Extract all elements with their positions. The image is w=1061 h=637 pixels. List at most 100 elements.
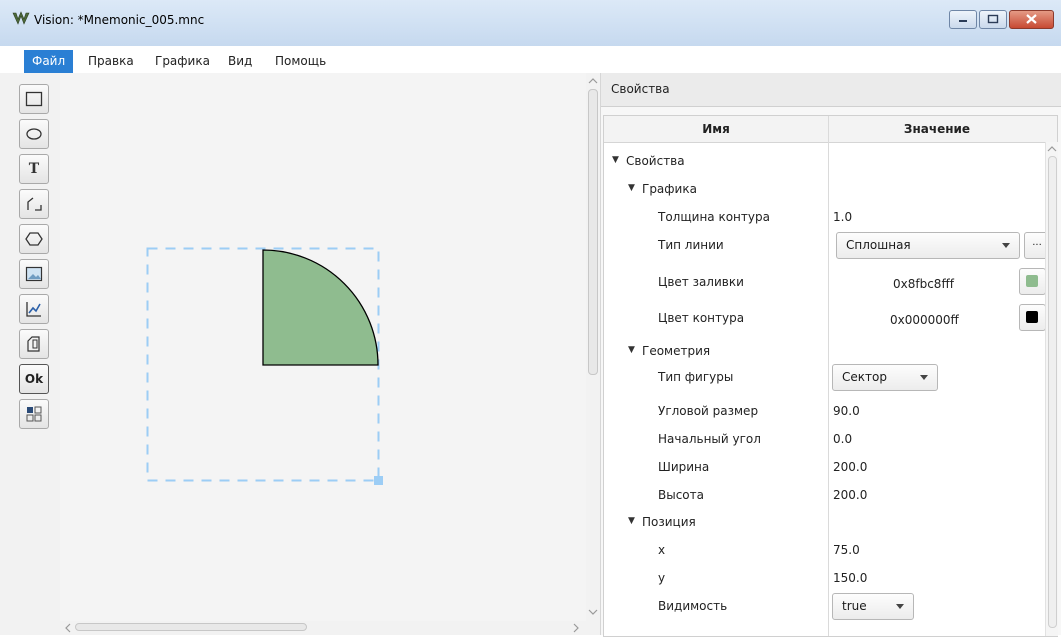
stroke-color-value: 0x000000ff: [890, 313, 959, 327]
minimize-icon: [959, 20, 967, 22]
property-value[interactable]: 150.0: [833, 571, 867, 585]
property-row-angle-size[interactable]: Угловой размер 90.0: [604, 398, 1044, 426]
expand-arrow-icon[interactable]: ▼: [628, 345, 635, 355]
image-icon: [25, 266, 43, 282]
property-name: x: [658, 543, 666, 557]
property-name: y: [658, 571, 666, 585]
menu-file[interactable]: Файл: [24, 50, 74, 73]
property-row-start-angle[interactable]: Начальный угол 0.0: [604, 426, 1044, 454]
property-value[interactable]: 90.0: [833, 404, 860, 418]
fill-color-button[interactable]: [1019, 268, 1046, 295]
stroke-color-button[interactable]: [1019, 304, 1046, 331]
property-row-x[interactable]: x 75.0: [604, 537, 1044, 565]
rectangle-icon: [25, 91, 43, 107]
close-button[interactable]: [1009, 10, 1054, 29]
canvas-horizontal-scrollbar[interactable]: [60, 621, 587, 633]
menu-bar: Файл Правка Графика Вид Помощь: [0, 50, 1061, 73]
properties-scroll-thumb[interactable]: [1048, 156, 1057, 628]
tree-row-geometry[interactable]: ▼ Геометрия: [604, 338, 1044, 366]
property-name: Угловой размер: [658, 404, 759, 418]
ellipse-icon: [26, 128, 42, 140]
grid-tool-button[interactable]: [19, 399, 49, 429]
polyline-tool-button[interactable]: [19, 189, 49, 219]
minimize-button[interactable]: [949, 10, 977, 29]
row-label: Свойства: [626, 154, 685, 168]
tree-row-properties[interactable]: ▼ Свойства: [604, 148, 1044, 176]
chart-icon: [26, 302, 41, 317]
polygon-icon: [25, 232, 43, 246]
tree-row-graphics[interactable]: ▼ Графика: [604, 176, 1044, 204]
property-row-shape-type[interactable]: Тип фигуры Сектор: [604, 364, 1044, 398]
close-icon: [1026, 14, 1037, 24]
column-header-value[interactable]: Значение: [829, 116, 1045, 142]
property-row-width[interactable]: Ширина 200.0: [604, 454, 1044, 482]
device-tool-button[interactable]: [19, 329, 49, 359]
property-row-y[interactable]: y 150.0: [604, 565, 1044, 593]
property-value[interactable]: 75.0: [833, 543, 860, 557]
property-name: Тип фигуры: [658, 370, 734, 384]
row-label: Позиция: [642, 515, 696, 529]
property-value[interactable]: 1.0: [833, 210, 852, 224]
ellipse-tool-button[interactable]: [19, 119, 49, 149]
scroll-right-icon: [573, 623, 579, 633]
column-header-name[interactable]: Имя: [604, 116, 828, 142]
expand-arrow-icon[interactable]: ▼: [628, 183, 635, 193]
scroll-left-icon: [65, 623, 71, 633]
expand-arrow-icon[interactable]: ▼: [628, 516, 635, 526]
visibility-select[interactable]: true: [832, 593, 914, 620]
properties-table: Имя Значение ▼ Свойства ▼ Графика Толщин…: [603, 115, 1058, 637]
scroll-down-icon: [588, 609, 598, 615]
property-name: Ширина: [658, 460, 710, 474]
grid-icon: [26, 406, 42, 422]
window-title: Vision: *Mnemonic_005.mnc: [34, 13, 205, 27]
property-value[interactable]: 200.0: [833, 460, 867, 474]
menu-view[interactable]: Вид: [220, 50, 260, 73]
property-value[interactable]: 0.0: [833, 432, 852, 446]
property-name: Видимость: [658, 599, 728, 613]
property-name: Тип линии: [658, 238, 724, 252]
maximize-icon: [987, 14, 999, 24]
chart-tool-button[interactable]: [19, 294, 49, 324]
property-row-stroke-color[interactable]: Цвет контура 0x000000ff: [604, 304, 1046, 338]
text-icon: T: [28, 161, 40, 177]
select-value: Сплошная: [846, 238, 911, 252]
scroll-up-icon: [588, 78, 598, 84]
tree-row-position[interactable]: ▼ Позиция: [604, 509, 1044, 537]
property-name: Толщина контура: [658, 210, 770, 224]
shape-type-select[interactable]: Сектор: [832, 364, 938, 391]
property-name: Цвет контура: [658, 311, 745, 325]
title-bar: Vision: *Mnemonic_005.mnc: [0, 0, 1061, 46]
polygon-tool-button[interactable]: [19, 224, 49, 254]
menu-edit[interactable]: Правка: [80, 50, 142, 73]
main-area: T Ok Свойства Имя Значение ▼ Свойства ▼ …: [0, 73, 1061, 637]
property-row-fill-color[interactable]: Цвет заливки 0x8fbc8fff: [604, 268, 1046, 302]
properties-header: Свойства: [601, 73, 1061, 107]
properties-title: Свойства: [611, 82, 670, 96]
horizontal-scroll-thumb[interactable]: [75, 623, 307, 631]
image-tool-button[interactable]: [19, 259, 49, 289]
menu-help[interactable]: Помощь: [267, 50, 334, 73]
ok-button-tool-button[interactable]: Ok: [19, 364, 49, 394]
expand-arrow-icon[interactable]: ▼: [612, 155, 619, 165]
text-tool-button[interactable]: T: [19, 154, 49, 184]
polyline-icon: [27, 197, 42, 211]
vertical-scroll-thumb[interactable]: [588, 89, 598, 375]
rectangle-tool-button[interactable]: [19, 84, 49, 114]
table-header: Имя Значение: [604, 116, 1057, 143]
drawing-canvas[interactable]: [60, 73, 587, 623]
sector-shape[interactable]: [262, 249, 379, 366]
canvas-vertical-scrollbar[interactable]: [586, 73, 600, 630]
fill-color-value: 0x8fbc8fff: [893, 277, 954, 291]
property-row-stroke-width[interactable]: Толщина контура 1.0: [604, 204, 1044, 232]
properties-scrollbar[interactable]: [1045, 142, 1058, 636]
property-row-visibility[interactable]: Видимость true: [604, 593, 1044, 627]
property-name: Цвет заливки: [658, 275, 744, 289]
resize-handle[interactable]: [374, 476, 383, 485]
maximize-button[interactable]: [979, 10, 1007, 29]
menu-graphics[interactable]: Графика: [147, 50, 218, 73]
property-row-height[interactable]: Высота 200.0: [604, 482, 1044, 510]
property-row-line-type[interactable]: Тип линии Сплошная ...: [604, 232, 1050, 266]
property-value[interactable]: 200.0: [833, 488, 867, 502]
line-type-select[interactable]: Сплошная: [836, 232, 1020, 259]
chevron-down-icon: [1002, 243, 1010, 248]
